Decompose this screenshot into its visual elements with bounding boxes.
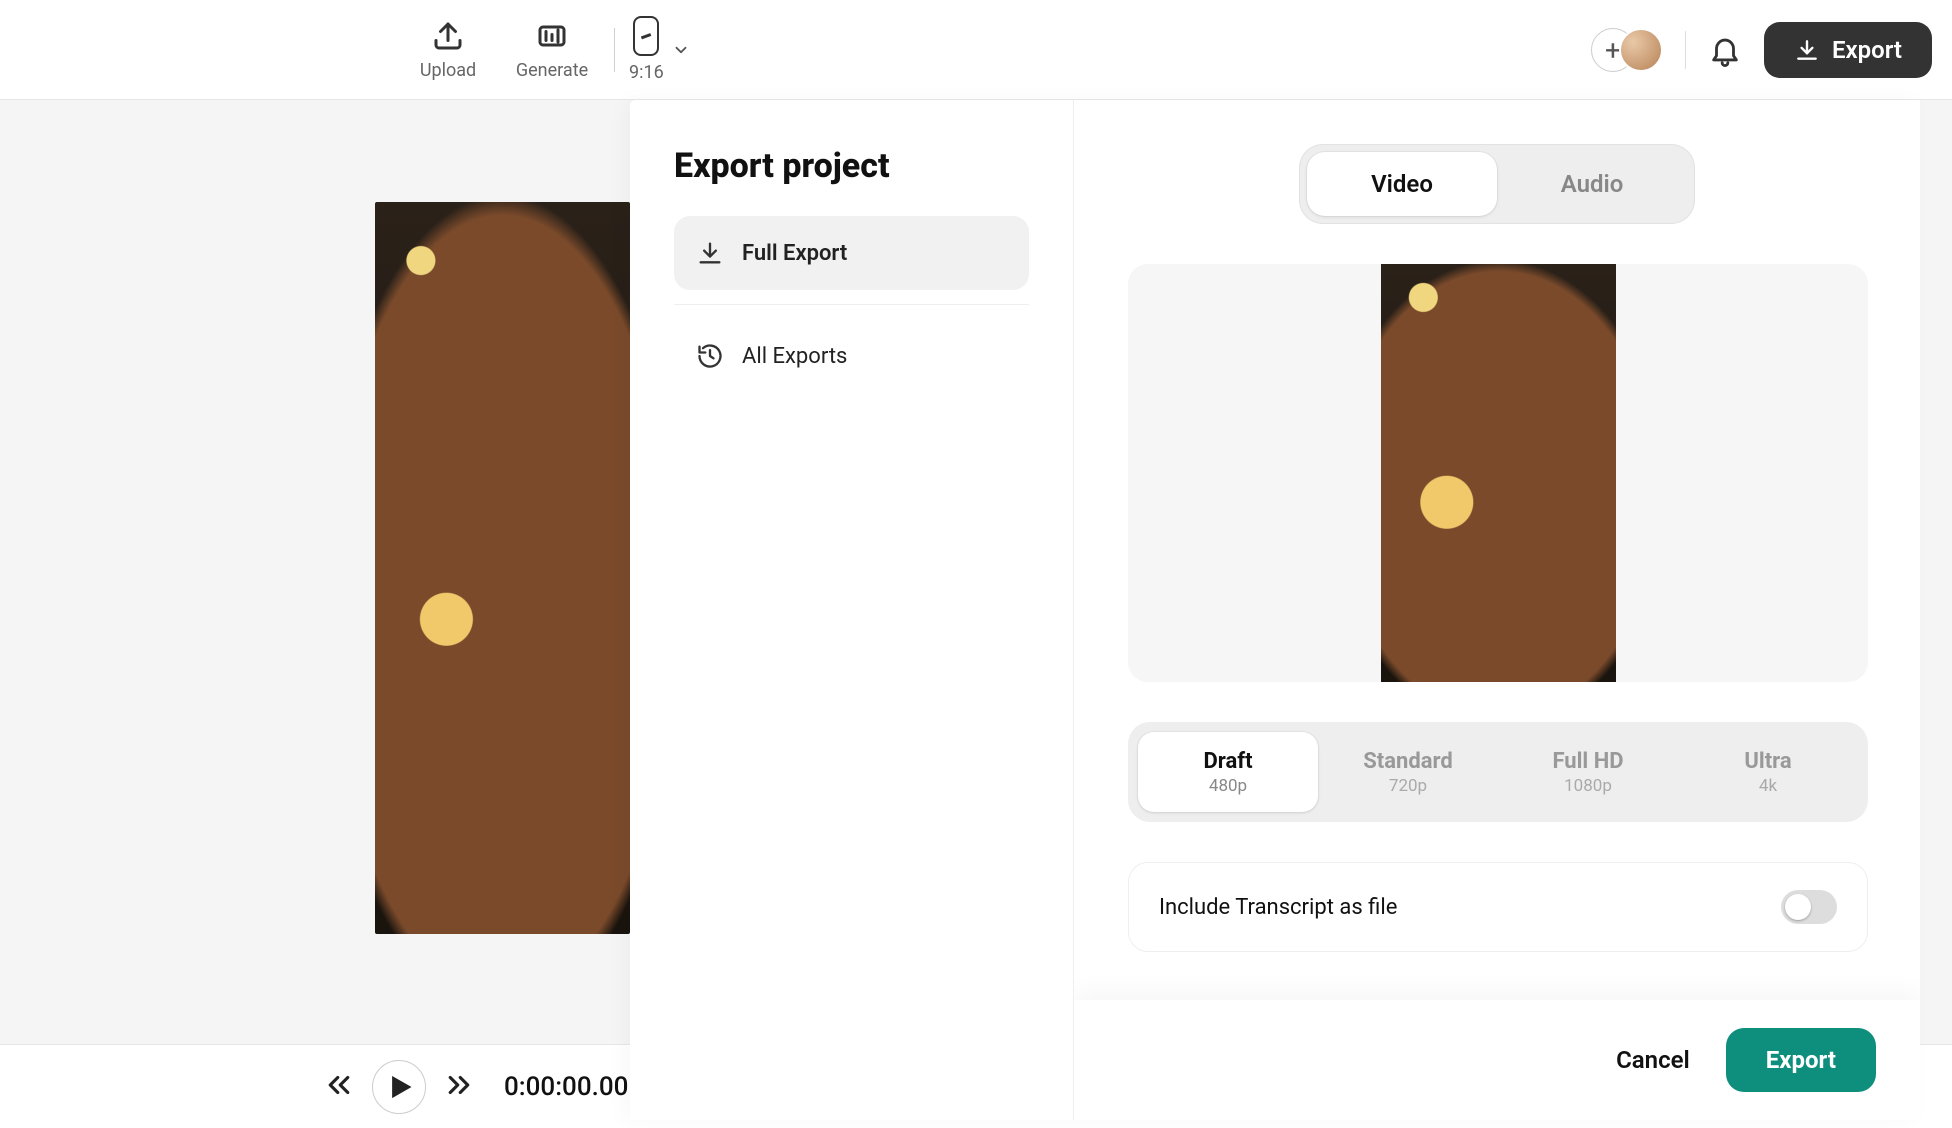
export-main: Video Audio Draft 480p Standard 720p Ful…	[1074, 100, 1920, 1120]
fast-forward-button[interactable]	[444, 1070, 474, 1104]
tab-audio[interactable]: Audio	[1497, 152, 1687, 216]
export-button[interactable]: Export	[1764, 22, 1932, 78]
video-thumbnail	[375, 202, 630, 934]
cancel-label: Cancel	[1616, 1046, 1690, 1074]
sidebar-item-label: Full Export	[742, 241, 847, 266]
aspect-ratio-icon	[633, 16, 659, 56]
aspect-ratio-button[interactable]: 9:16	[629, 16, 690, 83]
quality-option-standard[interactable]: Standard 720p	[1318, 732, 1498, 812]
quality-option-ultra[interactable]: Ultra 4k	[1678, 732, 1858, 812]
notifications-icon[interactable]	[1708, 33, 1742, 67]
quality-label: Ultra	[1744, 749, 1791, 774]
upload-button[interactable]: Upload	[400, 10, 496, 90]
download-icon	[1794, 37, 1820, 63]
upload-label: Upload	[420, 60, 476, 81]
collaborators[interactable]: +	[1591, 26, 1663, 74]
download-icon	[696, 239, 724, 267]
upload-icon	[430, 18, 466, 54]
quality-label: Draft	[1203, 749, 1252, 774]
cancel-button[interactable]: Cancel	[1606, 1032, 1700, 1088]
current-time: 0:00:00.00	[504, 1072, 628, 1102]
fast-forward-icon	[444, 1070, 474, 1100]
sidebar-divider	[674, 304, 1029, 305]
quality-sublabel: 4k	[1759, 776, 1777, 796]
export-sidebar: Export project Full Export All Exports	[630, 100, 1074, 1120]
export-panel: Export project Full Export All Exports V…	[630, 100, 1920, 1120]
rewind-icon	[324, 1070, 354, 1100]
generate-button[interactable]: Generate	[504, 10, 600, 90]
quality-sublabel: 480p	[1209, 776, 1247, 796]
play-button[interactable]	[372, 1060, 426, 1114]
generate-label: Generate	[516, 60, 588, 81]
export-button-label: Export	[1832, 36, 1902, 64]
export-type-tabs: Video Audio	[1299, 144, 1695, 224]
chevron-down-icon	[672, 41, 690, 59]
include-transcript-row: Include Transcript as file	[1128, 862, 1868, 952]
play-icon	[384, 1072, 414, 1102]
rewind-button[interactable]	[324, 1070, 354, 1104]
quality-option-fullhd[interactable]: Full HD 1080p	[1498, 732, 1678, 812]
video-preview[interactable]	[375, 202, 630, 934]
tab-label: Video	[1371, 170, 1433, 198]
confirm-label: Export	[1766, 1046, 1836, 1074]
sidebar-item-label: All Exports	[742, 344, 847, 369]
quality-sublabel: 1080p	[1564, 776, 1612, 796]
sidebar-item-full-export[interactable]: Full Export	[674, 216, 1029, 290]
include-transcript-toggle[interactable]	[1781, 890, 1837, 924]
history-icon	[696, 342, 724, 370]
export-preview	[1128, 264, 1868, 682]
quality-label: Full HD	[1552, 749, 1623, 774]
quality-option-draft[interactable]: Draft 480p	[1138, 732, 1318, 812]
tab-label: Audio	[1561, 170, 1624, 198]
generate-icon	[534, 18, 570, 54]
toolbar-divider	[1685, 31, 1686, 69]
tab-video[interactable]: Video	[1307, 152, 1497, 216]
top-toolbar: Upload Generate 9:16 + Export	[0, 0, 1952, 100]
preview-thumbnail	[1381, 264, 1616, 682]
export-panel-title: Export project	[674, 146, 1029, 186]
export-footer: Cancel Export	[1074, 1000, 1920, 1120]
toolbar-divider	[614, 28, 615, 72]
avatar	[1619, 28, 1663, 72]
include-transcript-label: Include Transcript as file	[1159, 895, 1397, 920]
quality-sublabel: 720p	[1389, 776, 1427, 796]
quality-label: Standard	[1363, 749, 1453, 774]
sidebar-item-all-exports[interactable]: All Exports	[674, 319, 1029, 393]
confirm-export-button[interactable]: Export	[1726, 1028, 1876, 1092]
quality-selector: Draft 480p Standard 720p Full HD 1080p U…	[1128, 722, 1868, 822]
aspect-ratio-label: 9:16	[629, 62, 664, 83]
